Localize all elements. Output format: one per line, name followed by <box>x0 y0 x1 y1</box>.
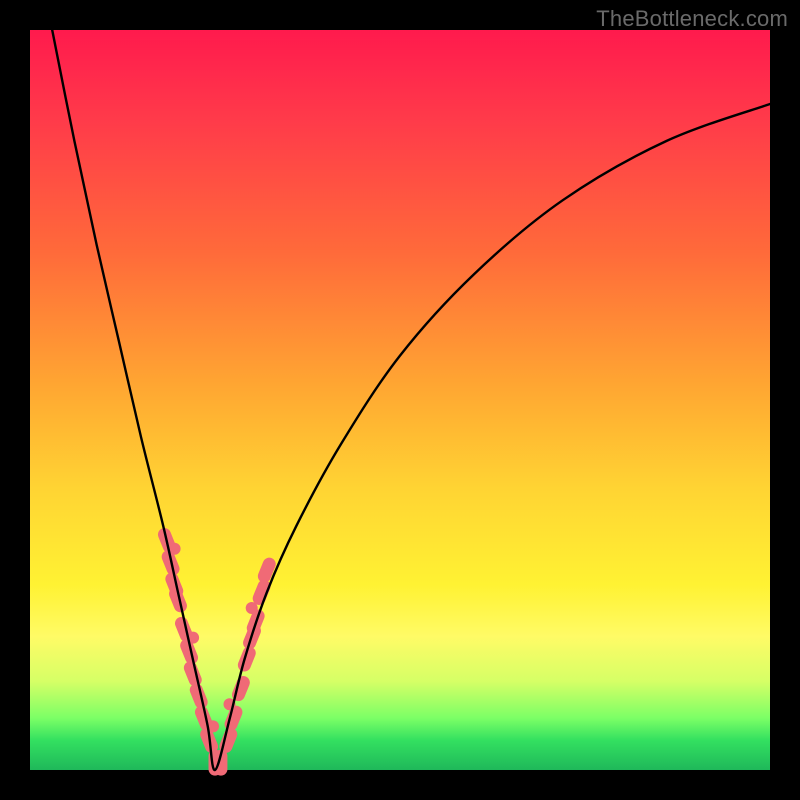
marker-point <box>256 556 278 585</box>
chart-frame <box>30 30 770 770</box>
bottleneck-curve <box>52 30 770 770</box>
watermark-text: TheBottleneck.com <box>596 6 788 32</box>
marker-point <box>230 674 252 703</box>
chart-svg <box>30 30 770 770</box>
marker-group <box>156 526 278 775</box>
